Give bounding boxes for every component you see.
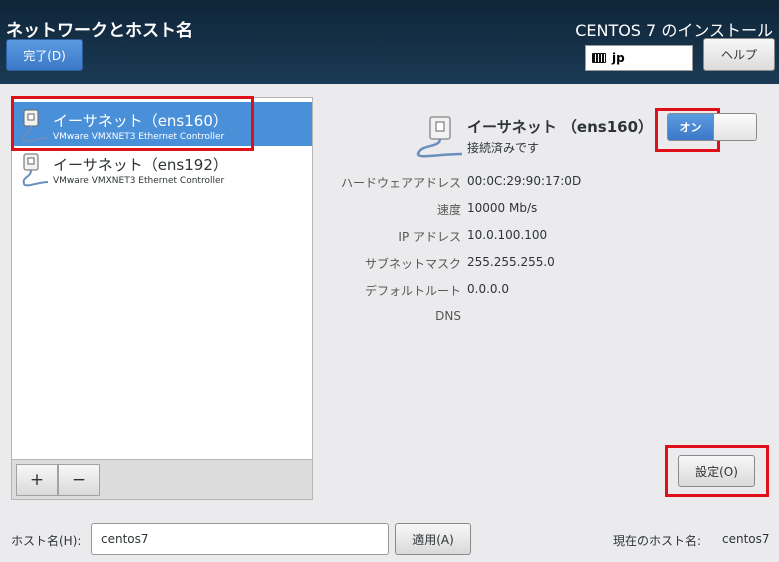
- speed-label: 速度: [436, 203, 461, 217]
- help-button[interactable]: ヘルプ: [703, 38, 775, 71]
- apply-hostname-button[interactable]: 適用(A): [395, 523, 471, 555]
- device-item-ens192[interactable]: イーサネット（ens192） VMware VMXNET3 Ethernet C…: [12, 146, 312, 190]
- header-bar: ネットワークとホスト名 CENTOS 7 のインストール 完了(D) jp ヘル…: [0, 0, 779, 84]
- keyboard-icon: [592, 53, 606, 63]
- default-route-value: 0.0.0.0: [467, 282, 509, 296]
- ethernet-icon: [416, 116, 463, 158]
- hostname-label: ホスト名(H):: [11, 534, 82, 548]
- subnet-mask-value: 255.255.255.0: [467, 255, 555, 269]
- device-list: イーサネット（ens160） VMware VMXNET3 Ethernet C…: [11, 97, 313, 500]
- keyboard-layout-indicator[interactable]: jp: [585, 45, 693, 71]
- ethernet-icon: [22, 153, 49, 187]
- hostname-input[interactable]: [91, 523, 389, 555]
- current-hostname-label: 現在のホスト名:: [613, 534, 702, 548]
- default-route-label: デフォルトルート: [364, 284, 461, 298]
- connection-toggle[interactable]: オン: [667, 113, 757, 141]
- device-list-toolbar: + −: [12, 459, 312, 499]
- keyboard-layout-label: jp: [612, 51, 625, 65]
- connection-status: 接続済みです: [467, 141, 540, 155]
- speed-value: 10000 Mb/s: [467, 201, 538, 215]
- page-title: ネットワークとホスト名: [6, 21, 193, 41]
- dns-label: DNS: [435, 309, 461, 323]
- ip-address-value: 10.0.100.100: [467, 228, 548, 242]
- remove-device-button[interactable]: −: [58, 464, 100, 496]
- hardware-address-value: 00:0C:29:90:17:0D: [467, 174, 582, 188]
- detail-device-name: イーサネット （ens160）: [467, 118, 654, 136]
- subnet-mask-label: サブネットマスク: [364, 257, 461, 271]
- done-button[interactable]: 完了(D): [6, 39, 83, 71]
- hardware-address-label: ハードウェアアドレス: [340, 176, 461, 190]
- device-name: イーサネット（ens192）: [53, 156, 228, 174]
- current-hostname-value: centos7: [722, 532, 770, 546]
- toggle-knob: [713, 114, 756, 140]
- device-description: VMware VMXNET3 Ethernet Controller: [53, 176, 225, 186]
- ip-address-label: IP アドレス: [398, 230, 461, 244]
- highlight-box-device: [11, 96, 254, 151]
- settings-button[interactable]: 設定(O): [678, 455, 755, 487]
- add-device-button[interactable]: +: [16, 464, 58, 496]
- toggle-on-label: オン: [668, 114, 713, 140]
